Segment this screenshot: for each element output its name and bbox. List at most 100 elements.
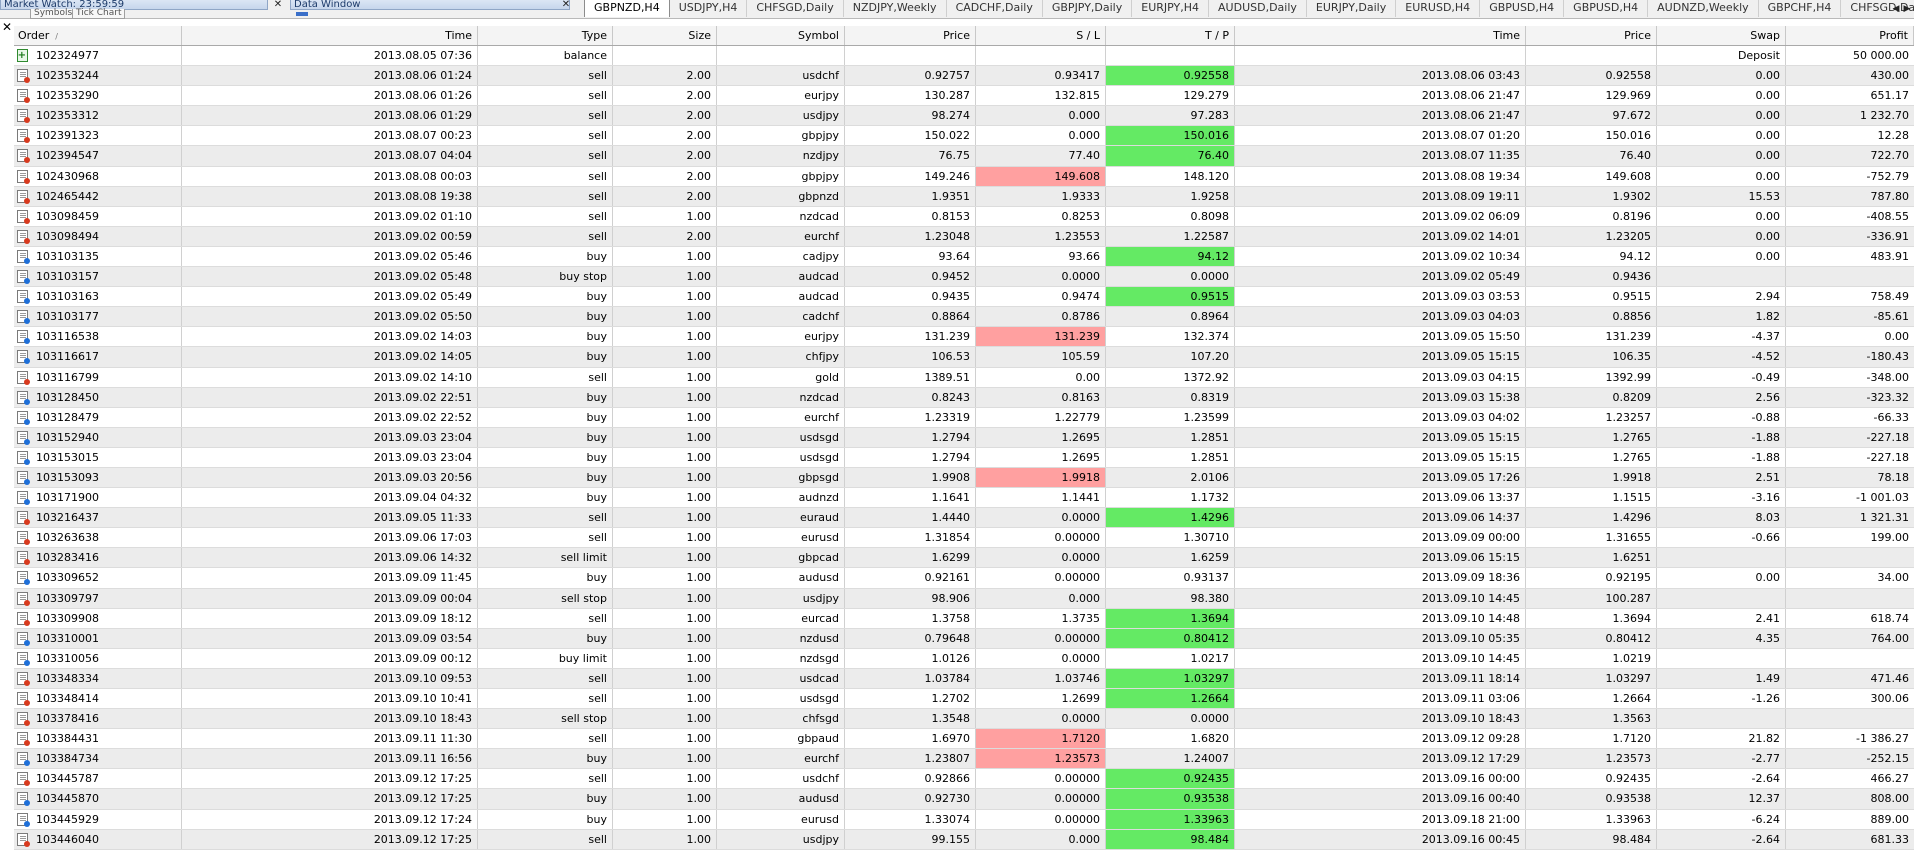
table-row[interactable]: 103310056 2013.09.09 00:12 buy limit 1.00 nz… xyxy=(14,648,1914,669)
table-row[interactable]: 103171900 2013.09.04 04:32 buy 1.00 audnzd 1.… xyxy=(14,488,1914,509)
table-row[interactable]: 103309908 2013.09.09 18:12 sell 1.00 eurcad 1… xyxy=(14,608,1914,629)
table-row[interactable]: 103309797 2013.09.09 00:04 sell stop 1.00 us… xyxy=(14,588,1914,609)
tab-scroll-right-icon[interactable]: ▶ xyxy=(1902,2,1912,16)
market-watch-close-icon[interactable]: ✕ xyxy=(272,0,284,10)
table-row[interactable]: 103103157 2013.09.02 05:48 buy stop 1.00 aud… xyxy=(14,267,1914,288)
close-time-cell: 2013.08.07 11:35 xyxy=(1235,146,1526,166)
chart-tab[interactable]: GBPJPY,Daily xyxy=(1043,0,1133,17)
table-row[interactable]: 103116617 2013.09.02 14:05 buy 1.00 chfjpy 10… xyxy=(14,347,1914,368)
chart-tab[interactable]: CADCHF,Daily xyxy=(947,0,1043,17)
table-row[interactable]: 102353244 2013.08.06 01:24 sell 2.00 usdchf 0… xyxy=(14,66,1914,87)
chart-tab[interactable]: NZDJPY,Weekly xyxy=(844,0,947,17)
open-price-cell: 1.2702 xyxy=(845,689,976,709)
order-cell: 103445929 xyxy=(14,809,182,829)
table-row[interactable]: 102353290 2013.08.06 01:26 sell 2.00 eurjpy 1… xyxy=(14,86,1914,107)
buy-order-icon xyxy=(17,249,30,264)
column-header-profit[interactable]: Profit xyxy=(1786,26,1914,45)
table-row[interactable]: 103384734 2013.09.11 16:56 buy 1.00 eurchf 1.… xyxy=(14,749,1914,770)
table-row[interactable]: 102465442 2013.08.08 19:38 sell 2.00 gbpnzd 1… xyxy=(14,186,1914,207)
chart-tab[interactable]: EURUSD,H4 xyxy=(1396,0,1481,17)
column-header-open-time[interactable]: Time xyxy=(182,26,478,45)
table-row[interactable]: 103103163 2013.09.02 05:49 buy 1.00 audcad 0.… xyxy=(14,287,1914,308)
order-number: 103152940 xyxy=(36,430,99,444)
column-header-close-price[interactable]: Price xyxy=(1526,26,1657,45)
chart-tab[interactable]: GBPCHF,H4 xyxy=(1759,0,1842,17)
order-cell: 103116799 xyxy=(14,367,182,387)
sell-order-icon xyxy=(17,109,30,124)
table-row[interactable]: 102430968 2013.08.08 00:03 sell 2.00 gbpjpy 1… xyxy=(14,166,1914,187)
open-time-cell: 2013.08.05 07:36 xyxy=(182,46,478,66)
column-header-size[interactable]: Size xyxy=(613,26,717,45)
table-row[interactable]: 103446040 2013.09.12 17:25 sell 1.00 usdjpy 9… xyxy=(14,829,1914,850)
chart-tab[interactable]: AUDNZD,Weekly xyxy=(1648,0,1759,17)
buy-order-icon xyxy=(17,450,30,465)
table-row[interactable]: 103309652 2013.09.09 11:45 buy 1.00 audusd 0.… xyxy=(14,568,1914,589)
tab-scroll-left-icon[interactable]: ◀ xyxy=(1891,2,1901,16)
table-row[interactable]: 103116538 2013.09.02 14:03 buy 1.00 eurjpy 13… xyxy=(14,327,1914,348)
table-row[interactable]: 103348414 2013.09.10 10:41 sell 1.00 usdsgd 1… xyxy=(14,689,1914,710)
chart-tab[interactable]: GBPNZD,H4 xyxy=(584,0,670,17)
table-row[interactable]: 103384431 2013.09.11 11:30 sell 1.00 gbpaud 1… xyxy=(14,729,1914,750)
chart-tab[interactable]: CHFSGD,Daily xyxy=(747,0,844,17)
table-row[interactable]: 103098459 2013.09.02 01:10 sell 1.00 nzdcad 0… xyxy=(14,206,1914,227)
order-number: 102324977 xyxy=(36,49,99,62)
column-header-swap[interactable]: Swap xyxy=(1657,26,1786,45)
table-row[interactable]: 103128479 2013.09.02 22:52 buy 1.00 eurchf 1.… xyxy=(14,407,1914,428)
table-row[interactable]: 103103135 2013.09.02 05:46 buy 1.00 cadjpy 93… xyxy=(14,246,1914,268)
size-cell: 1.00 xyxy=(613,588,717,608)
close-time-cell: 2013.09.10 14:45 xyxy=(1235,648,1526,668)
type-cell: buy xyxy=(478,327,613,347)
table-row[interactable]: 103128450 2013.09.02 22:51 buy 1.00 nzdcad 0.… xyxy=(14,387,1914,408)
table-row[interactable]: 103098494 2013.09.02 00:59 sell 2.00 eurchf 1… xyxy=(14,226,1914,247)
chart-tab[interactable]: EURJPY,H4 xyxy=(1132,0,1210,17)
sell-order-icon xyxy=(17,531,30,546)
table-row[interactable]: 102324977 2013.08.05 07:36balance Deposit 5… xyxy=(14,46,1914,67)
table-row[interactable]: 103445929 2013.09.12 17:24 buy 1.00 eurusd 1.… xyxy=(14,809,1914,830)
column-header-type[interactable]: Type xyxy=(478,26,613,45)
table-row[interactable]: 103116799 2013.09.02 14:10 sell 1.00 gold 138… xyxy=(14,367,1914,388)
table-row[interactable]: 103263638 2013.09.06 17:03 sell 1.00 eurusd 1… xyxy=(14,528,1914,549)
table-row[interactable]: 103283416 2013.09.06 14:32 sell limit 1.00 g… xyxy=(14,548,1914,569)
chart-tab[interactable]: EURJPY,Daily xyxy=(1307,0,1397,17)
table-row[interactable]: 103445870 2013.09.12 17:25 buy 1.00 audusd 0.… xyxy=(14,789,1914,810)
chart-tab[interactable]: USDJPY,H4 xyxy=(670,0,748,17)
column-header-close-time[interactable]: Time xyxy=(1235,26,1526,45)
tab-tick-chart[interactable]: Tick Chart xyxy=(72,9,126,19)
table-row[interactable]: 103103177 2013.09.02 05:50 buy 1.00 cadchf 0.… xyxy=(14,307,1914,328)
chart-tab[interactable]: GBPUSD,H4 xyxy=(1564,0,1649,17)
chart-tab[interactable]: GBPUSD,H4 xyxy=(1480,0,1565,17)
table-row[interactable]: 102391323 2013.08.07 00:23 sell 2.00 gbpjpy 1… xyxy=(14,126,1914,147)
stop-loss-cell: 1.22779 xyxy=(976,407,1106,427)
column-header-open-price[interactable]: Price xyxy=(845,26,976,45)
buy-order-icon xyxy=(17,430,30,445)
table-row[interactable]: 103348334 2013.09.10 09:53 sell 1.00 usdcad 1… xyxy=(14,668,1914,689)
table-row[interactable]: 103153015 2013.09.03 23:04 buy 1.00 usdsgd 1.… xyxy=(14,447,1914,468)
table-row[interactable]: 103152940 2013.09.03 23:04 buy 1.00 usdsgd 1.… xyxy=(14,427,1914,448)
buy-order-icon xyxy=(17,752,30,767)
table-row[interactable]: 103378416 2013.09.10 18:43 sell stop 1.00 ch… xyxy=(14,709,1914,730)
order-cell: 103216437 xyxy=(14,508,182,528)
column-header-symbol[interactable]: Symbol xyxy=(717,26,845,45)
type-cell: sell limit xyxy=(478,548,613,568)
chart-tabs: GBPNZD,H4 USDJPY,H4 CHFSGD,Daily NZDJPY,Wee… xyxy=(584,0,1914,18)
table-row[interactable]: 103310001 2013.09.09 03:54 buy 1.00 nzdusd 0.… xyxy=(14,628,1914,649)
close-price-cell: 1.4296 xyxy=(1526,508,1657,528)
table-row[interactable]: 103445787 2013.09.12 17:25 sell 1.00 usdchf 0… xyxy=(14,769,1914,790)
column-header-order[interactable]: Order / xyxy=(14,26,182,45)
data-window-close-icon[interactable]: ✕ xyxy=(560,0,572,10)
column-header-take-profit[interactable]: T / P xyxy=(1106,26,1235,45)
swap-cell: -0.49 xyxy=(1657,367,1786,387)
tab-symbols[interactable]: Symbols xyxy=(30,9,77,19)
column-header-stop-loss[interactable]: S / L xyxy=(976,26,1106,45)
order-cell: 103310056 xyxy=(14,648,182,668)
close-price-cell: 0.9436 xyxy=(1526,267,1657,287)
terminal-close-icon[interactable]: ✕ xyxy=(0,20,14,34)
table-row[interactable]: 103216437 2013.09.05 11:33 sell 1.00 euraud 1… xyxy=(14,508,1914,529)
account-history-table: Order / Time Type Size Symbol Price S / L… xyxy=(14,26,1914,850)
table-row[interactable]: 103153093 2013.09.03 20:56 buy 1.00 gbpsgd 1.… xyxy=(14,467,1914,489)
close-time-cell: 2013.09.05 15:15 xyxy=(1235,427,1526,447)
chart-tab[interactable]: AUDUSD,Daily xyxy=(1209,0,1307,17)
table-row[interactable]: 102353312 2013.08.06 01:29 sell 2.00 usdjpy 9… xyxy=(14,106,1914,127)
table-row[interactable]: 102394547 2013.08.07 04:04 sell 2.00 nzdjpy 7… xyxy=(14,146,1914,167)
profit-cell: 764.00 xyxy=(1870,631,1910,645)
